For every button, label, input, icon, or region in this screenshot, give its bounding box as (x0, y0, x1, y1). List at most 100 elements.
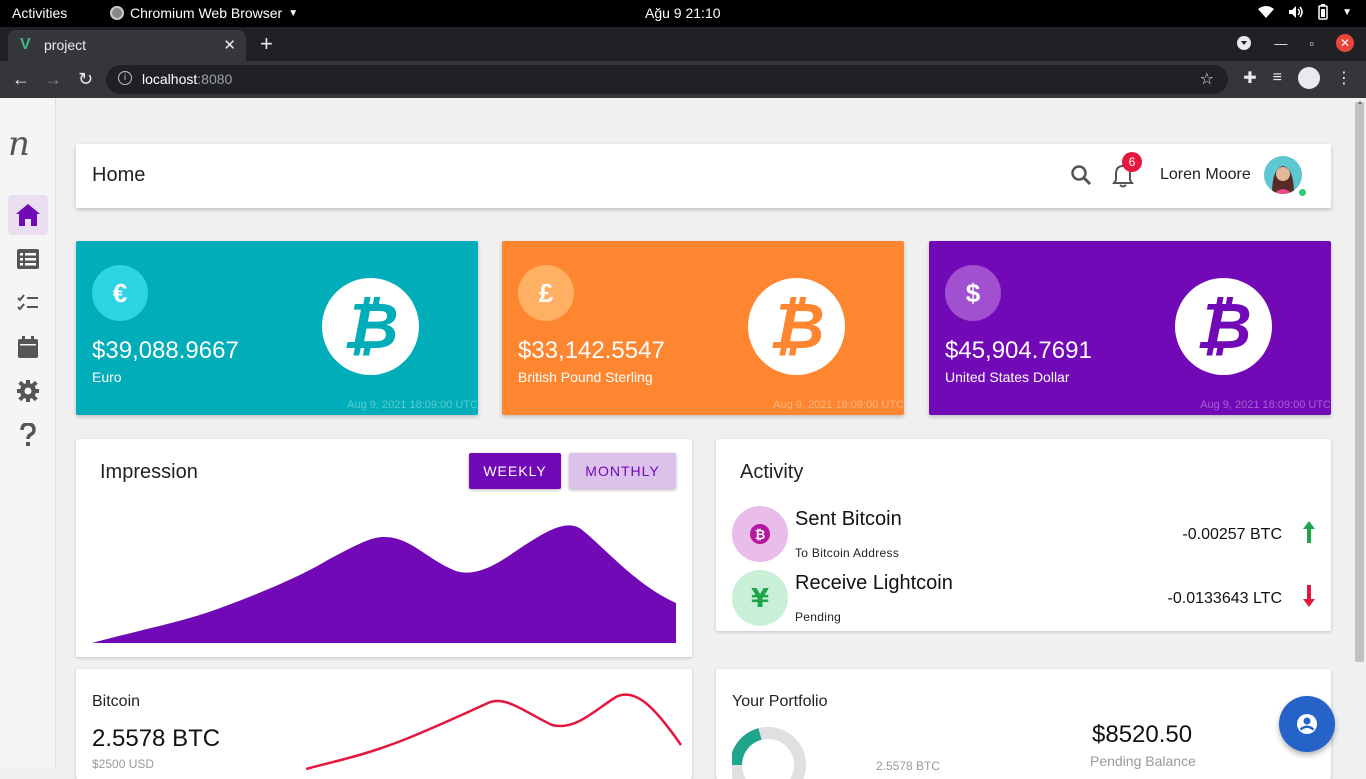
bitcoin-icon: ₿ (732, 506, 788, 562)
pending-balance-label: Pending Balance (1090, 753, 1196, 769)
chromium-icon (110, 6, 124, 20)
currency-card-euro[interactable]: € $39,088.9667 Euro ₿ Aug 9, 2021 18:09:… (76, 241, 478, 415)
account-circle-icon (1297, 714, 1317, 734)
portfolio-amount: $8520.50 (1092, 721, 1193, 748)
sidebar-item-calendar[interactable] (8, 327, 48, 367)
arrow-up-icon (1303, 521, 1315, 543)
sidebar-item-list[interactable] (8, 239, 48, 279)
close-window-icon[interactable]: ✕ (1336, 34, 1354, 52)
activities-button[interactable]: Activities (12, 5, 67, 21)
dollar-icon: $ (945, 265, 1001, 321)
bitcoin-logo-icon: ₿ (1175, 278, 1272, 375)
reload-icon[interactable]: ↻ (78, 69, 93, 90)
portfolio-title: Your Portfolio (732, 693, 828, 710)
page-scrollbar[interactable] (1355, 102, 1364, 662)
activity-item-title: Sent Bitcoin (795, 508, 902, 530)
help-icon (20, 423, 36, 446)
vue-icon: V (20, 36, 31, 53)
euro-icon: € (92, 265, 148, 321)
currency-name: British Pound Sterling (518, 369, 653, 385)
sidebar-item-home[interactable] (8, 195, 48, 235)
activity-item[interactable]: ¥ Receive Lightcoin Pending -0.0133643 L… (732, 570, 1316, 628)
bookmark-star-icon[interactable]: ☆ (1200, 69, 1214, 89)
volume-icon (1289, 6, 1303, 18)
calendar-icon (18, 336, 38, 358)
currency-card-gbp[interactable]: £ $33,142.5547 British Pound Sterling ₿ … (502, 241, 904, 415)
power-menu-icon: ▼ (1342, 6, 1352, 18)
scroll-up-arrow-icon[interactable]: ▲ (1357, 100, 1363, 106)
app-menu[interactable]: Chromium Web Browser ▼ (110, 5, 298, 21)
notification-badge: 6 (1122, 152, 1142, 172)
header-card: Home 6 Loren Moore (76, 144, 1331, 208)
toolbar-actions: ✚ ≡ ⋮ (1243, 67, 1352, 89)
donut-segment (732, 728, 762, 766)
clock[interactable]: Ağu 9 21:10 (645, 5, 721, 21)
weekly-button[interactable]: WEEKLY (469, 453, 561, 489)
avatar[interactable] (1264, 156, 1302, 194)
close-tab-icon[interactable]: ✕ (223, 36, 236, 54)
menu-kebab-icon[interactable]: ⋮ (1336, 68, 1352, 88)
app-root: n ▲ Home 6 Loren Moore € $39,088.9667 Eu… (0, 98, 1366, 779)
svg-text:¥: ¥ (751, 584, 769, 614)
user-name[interactable]: Loren Moore (1160, 166, 1251, 184)
currency-value: $45,904.7691 (945, 337, 1092, 364)
minimize-icon[interactable]: — (1274, 36, 1287, 51)
tab-search-icon[interactable] (1236, 35, 1252, 51)
yen-icon: ¥ (732, 570, 788, 626)
window-controls: — ▫ ✕ (1236, 34, 1354, 52)
currency-value: $39,088.9667 (92, 337, 239, 364)
profile-icon[interactable] (1298, 67, 1320, 89)
activity-item-amount: -0.0133643 LTC (1167, 590, 1282, 607)
checklist-icon (17, 294, 38, 311)
address-bar[interactable]: i localhost:8080 ☆ (106, 65, 1228, 94)
os-top-bar: Activities Chromium Web Browser ▼ Ağu 9 … (0, 0, 1366, 27)
search-icon[interactable] (1070, 164, 1092, 186)
sidebar-item-settings[interactable] (8, 371, 48, 411)
currency-timestamp: Aug 9, 2021 18:09:00 UTC (1200, 399, 1331, 411)
currency-timestamp: Aug 9, 2021 18:09:00 UTC (773, 399, 904, 411)
bitcoin-card: Bitcoin 2.5578 BTC $2500 USD (76, 669, 692, 779)
sidebar-item-help[interactable] (8, 415, 48, 455)
forward-icon[interactable]: → (44, 69, 62, 90)
activity-card: Activity ₿ Sent Bitcoin To Bitcoin Addre… (716, 439, 1331, 631)
sidebar-item-tasks[interactable] (8, 283, 48, 323)
activity-item-subtitle: To Bitcoin Address (795, 546, 900, 560)
extensions-icon[interactable]: ✚ (1243, 68, 1256, 88)
svg-text:₿: ₿ (755, 528, 766, 543)
bitcoin-line-chart (305, 693, 683, 771)
url-text: localhost:8080 (142, 71, 233, 87)
logo[interactable]: n (8, 124, 30, 164)
activity-item-title: Receive Lightcoin (795, 572, 953, 594)
tab-title: project (44, 37, 87, 53)
battery-icon (1318, 4, 1328, 20)
activity-item-subtitle: Pending (795, 610, 842, 624)
monthly-button[interactable]: MONTHLY (569, 453, 676, 489)
browser-tab[interactable]: V project ✕ (8, 30, 246, 61)
media-control-icon[interactable]: ≡ (1273, 69, 1282, 87)
currency-name: Euro (92, 369, 122, 385)
app-name: Chromium Web Browser (130, 5, 283, 21)
bitcoin-logo-icon: ₿ (748, 278, 845, 375)
restore-icon[interactable]: ▫ (1309, 36, 1314, 51)
back-icon[interactable]: ← (12, 69, 30, 90)
page-title: Home (92, 164, 146, 186)
bitcoin-trend-line (305, 693, 683, 771)
online-status-dot (1298, 188, 1307, 197)
activity-title: Activity (740, 461, 804, 483)
list-icon (17, 249, 39, 269)
currency-timestamp: Aug 9, 2021 18:09:00 UTC (347, 399, 478, 411)
account-fab-button[interactable] (1279, 696, 1335, 752)
currency-card-usd[interactable]: $ $45,904.7691 United States Dollar ₿ Au… (929, 241, 1331, 415)
browser-tab-strip: V project ✕ + — ▫ ✕ (0, 27, 1366, 61)
new-tab-button[interactable]: + (260, 31, 273, 57)
site-info-icon[interactable]: i (118, 71, 132, 85)
chevron-down-icon: ▼ (288, 7, 299, 19)
arrow-down-icon (1303, 585, 1315, 607)
system-tray[interactable]: ▼ (1258, 4, 1352, 20)
home-icon (16, 204, 40, 226)
activity-item[interactable]: ₿ Sent Bitcoin To Bitcoin Address -0.002… (732, 506, 1316, 564)
pound-icon: £ (518, 265, 574, 321)
impression-title: Impression (100, 461, 198, 483)
portfolio-donut-chart (732, 727, 806, 779)
activity-item-amount: -0.00257 BTC (1182, 526, 1282, 543)
